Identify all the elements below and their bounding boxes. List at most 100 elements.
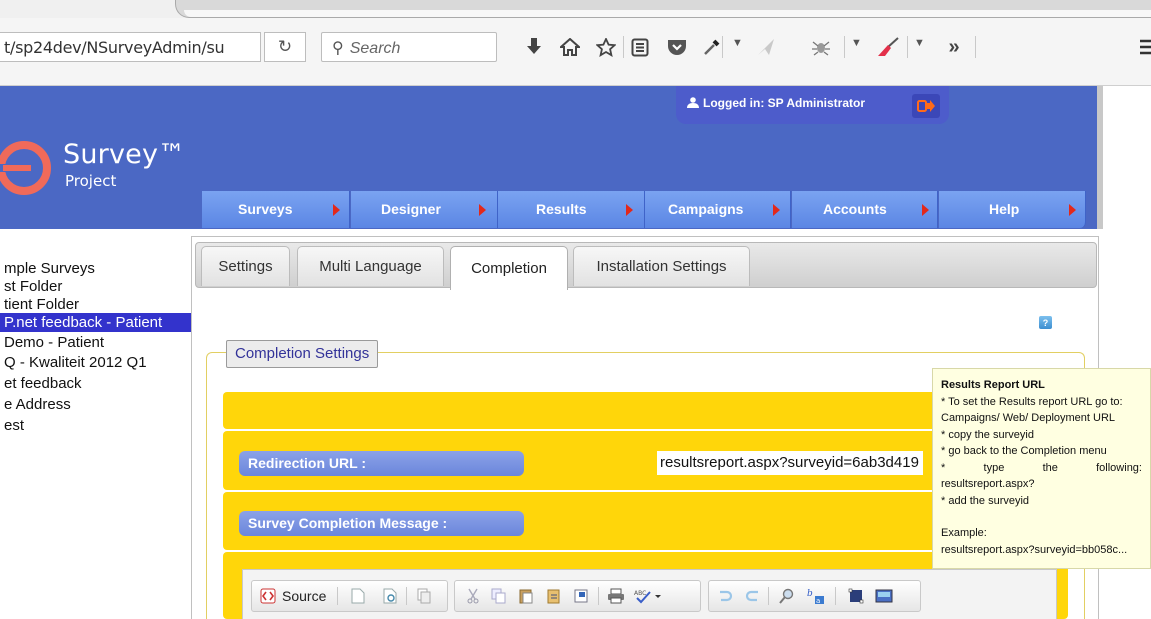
nav-label: Accounts xyxy=(823,201,887,217)
logo-icon xyxy=(0,141,51,195)
survey-list-item[interactable]: et feedback xyxy=(0,373,190,394)
nav-label: Results xyxy=(536,201,587,217)
survey-list-item[interactable]: e Address xyxy=(0,394,190,415)
survey-list-item[interactable]: est xyxy=(0,415,190,436)
toolbar-separator xyxy=(835,587,836,605)
nav-label: Campaigns xyxy=(668,201,744,217)
tooltip-line: * add the surveyid xyxy=(941,494,1030,507)
nav-help[interactable]: Help xyxy=(939,191,1086,228)
toolbar-separator xyxy=(722,36,723,58)
completion-settings-legend: Completion Settings xyxy=(226,340,379,368)
find-icon[interactable] xyxy=(778,587,796,605)
nav-results[interactable]: Results xyxy=(498,191,645,228)
home-icon[interactable] xyxy=(558,34,582,60)
paste-icon[interactable] xyxy=(517,587,535,605)
results-report-tooltip: Results Report URL * To set the Results … xyxy=(932,368,1151,569)
nav-label: Designer xyxy=(381,201,441,217)
tooltip-line: * go back to the Completion menu xyxy=(941,445,1107,457)
tab-installation-settings[interactable]: Installation Settings xyxy=(573,246,750,286)
spellcheck-icon[interactable]: ABC xyxy=(634,587,662,605)
paste-text-icon[interactable] xyxy=(545,587,563,605)
tab-settings[interactable]: Settings xyxy=(201,246,290,286)
toolbar-separator xyxy=(598,587,599,605)
help-icon[interactable]: ? xyxy=(1039,316,1052,329)
logo-title: Survey™ xyxy=(63,139,186,170)
address-bar[interactable]: t/sp24dev/NSurveyAdmin/su xyxy=(0,32,261,62)
tooltip-spacer xyxy=(941,509,1150,525)
logout-button[interactable] xyxy=(912,94,940,118)
browser-toolbar: t/sp24dev/NSurveyAdmin/su ↻ ⚲ Search ▼ ▼ … xyxy=(0,0,1151,86)
login-text: Logged in: SP Administrator xyxy=(703,96,866,110)
tooltip-line: Campaigns/ Web/ Deployment URL xyxy=(941,412,1116,424)
toolbar-separator xyxy=(337,587,338,605)
preview-icon[interactable] xyxy=(381,587,399,605)
search-input[interactable]: ⚲ Search xyxy=(321,32,497,62)
hamburger-menu-icon[interactable] xyxy=(1140,34,1151,60)
chevron-down-icon[interactable]: ▼ xyxy=(914,37,925,49)
copy-icon[interactable] xyxy=(490,587,508,605)
user-icon xyxy=(687,97,699,108)
header-edge xyxy=(1097,86,1103,229)
tooltip-line: Example: xyxy=(941,527,987,539)
toolbar-separator xyxy=(975,36,976,58)
replace-icon[interactable]: ba xyxy=(807,587,825,605)
survey-list-item-selected[interactable]: P.net feedback - Patient xyxy=(0,313,192,332)
nav-arrow-icon xyxy=(773,204,780,216)
source-icon xyxy=(259,587,277,605)
broom-icon[interactable] xyxy=(874,34,902,60)
redirection-url-label: Redirection URL : xyxy=(239,451,524,476)
search-placeholder: Search xyxy=(349,40,401,57)
bug-icon[interactable] xyxy=(806,34,836,60)
tooltip-title: Results Report URL xyxy=(941,379,1045,391)
logo-subtitle: Project xyxy=(65,172,117,190)
select-all-icon[interactable] xyxy=(847,587,865,605)
survey-list-item[interactable]: tient Folder xyxy=(0,294,190,315)
toolbar-separator xyxy=(623,36,624,58)
tooltip-line: * type the following: xyxy=(941,461,1142,474)
undo-icon[interactable] xyxy=(716,587,734,605)
tooltip-line: * To set the Results report URL go to: xyxy=(941,395,1123,408)
nav-arrow-icon xyxy=(333,204,340,216)
new-page-icon[interactable] xyxy=(349,587,367,605)
templates-icon[interactable] xyxy=(415,587,433,605)
cut-icon[interactable] xyxy=(464,587,482,605)
login-status: Logged in: SP Administrator xyxy=(687,96,865,110)
toolbar-separator xyxy=(907,36,908,58)
tab-completion[interactable]: Completion xyxy=(450,246,568,290)
downloads-icon[interactable] xyxy=(522,34,546,60)
toolbar-separator xyxy=(844,36,845,58)
nav-label: Help xyxy=(989,201,1020,217)
redo-icon[interactable] xyxy=(744,587,762,605)
survey-list-item[interactable]: Demo - Patient xyxy=(0,332,190,353)
browser-tab[interactable] xyxy=(175,0,1151,18)
eyedropper-icon[interactable] xyxy=(700,34,724,60)
nav-designer[interactable]: Designer xyxy=(351,191,498,228)
nav-arrow-icon xyxy=(1069,204,1076,216)
nav-campaigns[interactable]: Campaigns xyxy=(645,191,791,228)
chevron-down-icon[interactable]: ▼ xyxy=(732,37,743,49)
tab-multi-language[interactable]: Multi Language xyxy=(297,246,444,286)
toolbar-separator xyxy=(768,587,769,605)
chevron-down-icon[interactable]: ▼ xyxy=(851,37,862,49)
redirection-url-input[interactable]: resultsreport.aspx?surveyid=6ab3d419 xyxy=(657,451,923,475)
completion-message-label: Survey Completion Message : xyxy=(239,511,524,536)
paste-word-icon[interactable] xyxy=(572,587,590,605)
bookmark-star-icon[interactable] xyxy=(594,34,618,60)
send-arrow-icon[interactable] xyxy=(754,34,778,60)
nav-arrow-icon xyxy=(626,204,633,216)
nav-accounts[interactable]: Accounts xyxy=(792,191,938,228)
reload-button[interactable]: ↻ xyxy=(264,32,306,62)
survey-list-item[interactable]: Q - Kwaliteit 2012 Q1 xyxy=(0,352,190,373)
svg-text:b: b xyxy=(807,589,813,599)
nav-surveys[interactable]: Surveys xyxy=(202,191,350,228)
tooltip-line: resultsreport.aspx? xyxy=(941,478,1035,490)
reading-list-icon[interactable] xyxy=(628,34,652,60)
image-icon[interactable] xyxy=(875,587,893,605)
pocket-icon[interactable] xyxy=(665,34,689,60)
nav-label: Surveys xyxy=(238,201,293,217)
source-button[interactable]: Source xyxy=(282,588,326,604)
svg-text:ABC: ABC xyxy=(634,590,646,597)
print-icon[interactable] xyxy=(607,587,625,605)
nav-arrow-icon xyxy=(479,204,486,216)
overflow-menu-button[interactable]: » xyxy=(942,34,966,60)
